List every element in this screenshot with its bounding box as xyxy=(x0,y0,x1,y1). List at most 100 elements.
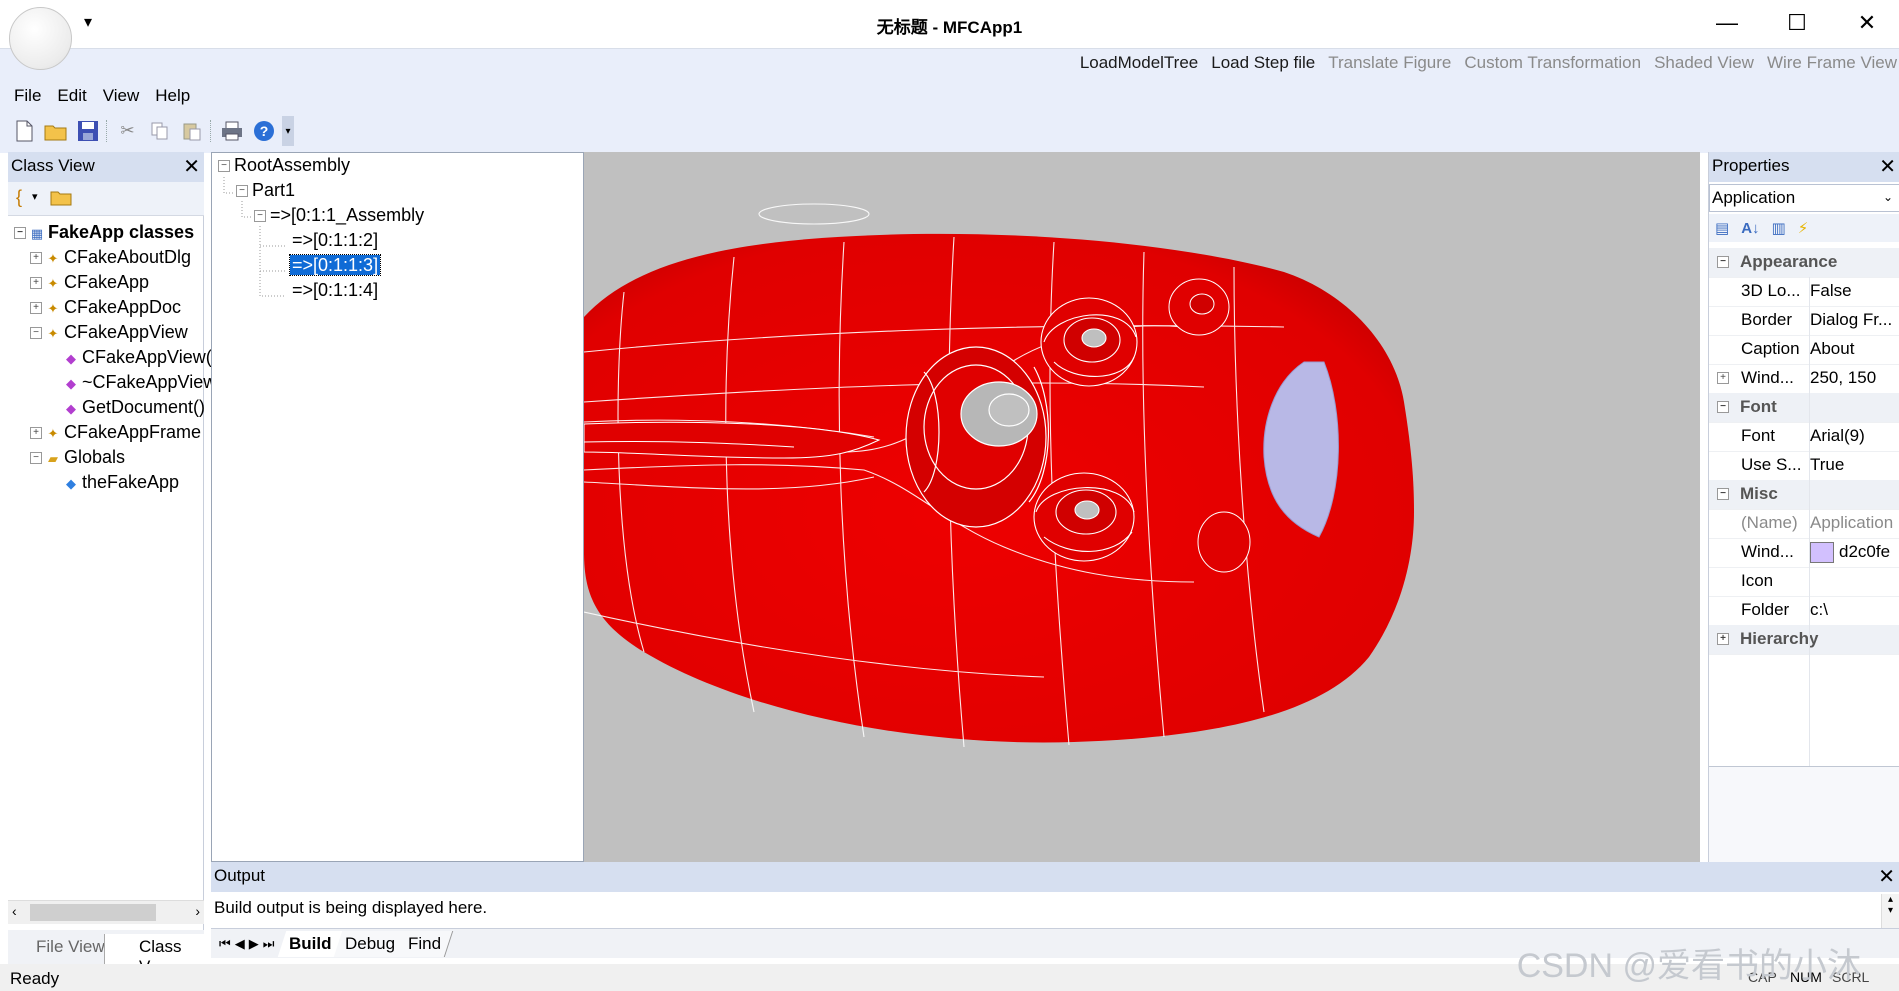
property-pages-icon[interactable]: ▥ xyxy=(1772,219,1786,237)
tab-find[interactable]: Find xyxy=(396,930,454,957)
copy-icon[interactable] xyxy=(146,118,173,145)
cut-icon[interactable]: ✂ xyxy=(114,118,141,145)
categorized-icon[interactable]: ▤ xyxy=(1715,219,1729,237)
new-file-icon[interactable] xyxy=(10,118,37,145)
paste-icon[interactable] xyxy=(178,118,205,145)
expand-icon[interactable]: + xyxy=(30,277,42,290)
collapse-icon[interactable]: − xyxy=(30,452,42,465)
class-view-toolbar: { ▾ xyxy=(8,182,204,216)
property-row[interactable]: Caption About xyxy=(1709,335,1899,365)
horizontal-scrollbar[interactable]: ‹ › xyxy=(8,900,204,924)
status-text: Ready xyxy=(10,969,60,988)
menu-bar: File Edit View Help xyxy=(14,86,190,106)
tree-item[interactable]: ◆ ~CFakeAppView() xyxy=(64,372,228,393)
expand-icon[interactable]: + xyxy=(1717,372,1729,384)
3d-viewport[interactable] xyxy=(584,152,1700,862)
property-row[interactable]: 3D Lo... False xyxy=(1709,277,1899,307)
sort-icon[interactable]: { xyxy=(16,187,22,208)
collapse-icon[interactable]: − xyxy=(14,227,26,240)
menu-view[interactable]: View xyxy=(103,86,140,106)
scroll-thumb[interactable] xyxy=(30,904,156,921)
property-row[interactable]: Font Arial(9) xyxy=(1709,422,1899,452)
class-icon: ✦ xyxy=(47,301,59,316)
wire-frame-view-button[interactable]: Wire Frame View xyxy=(1767,53,1897,73)
property-row[interactable]: Use S... True xyxy=(1709,451,1899,481)
menu-help[interactable]: Help xyxy=(155,86,190,106)
property-row[interactable]: Icon xyxy=(1709,567,1899,597)
3d-model-render xyxy=(584,203,1414,748)
property-row[interactable]: Wind... d2c0fe xyxy=(1709,538,1899,568)
expand-icon[interactable]: + xyxy=(30,302,42,315)
scroll-right-icon[interactable]: › xyxy=(195,903,200,919)
expand-icon[interactable]: + xyxy=(30,427,42,440)
tab-file-view[interactable]: File View xyxy=(36,937,105,957)
application-button[interactable] xyxy=(9,7,72,70)
collapse-icon[interactable]: − xyxy=(1717,488,1729,500)
collapse-icon[interactable]: − xyxy=(1717,401,1729,413)
category-font[interactable]: − Font xyxy=(1709,393,1899,423)
expand-icon[interactable]: + xyxy=(30,252,42,265)
property-row[interactable]: Folder c:\ xyxy=(1709,596,1899,626)
tree-item[interactable]: ◆ CFakeAppView() xyxy=(64,347,218,368)
tree-item[interactable]: + ✦ CFakeAppDoc xyxy=(30,297,181,318)
collapse-icon[interactable]: − xyxy=(1717,256,1729,268)
new-folder-icon[interactable] xyxy=(50,188,72,211)
standard-toolbar: ✂ ? ▾ xyxy=(10,116,294,146)
class-view-header: Class View ✕ xyxy=(8,152,204,182)
close-icon[interactable]: ✕ xyxy=(183,154,200,179)
assembly-tree-pane: − RootAssembly − Part1 − =>[0:1:1_Assembly … xyxy=(211,152,584,862)
alphabetical-sort-icon[interactable]: A↓ xyxy=(1741,220,1759,237)
scroll-left-icon[interactable]: ‹ xyxy=(12,903,17,919)
load-model-tree-button[interactable]: LoadModelTree xyxy=(1080,53,1198,73)
custom-transformation-button[interactable]: Custom Transformation xyxy=(1464,53,1641,73)
toolbar-overflow-icon[interactable]: ▾ xyxy=(282,116,294,146)
tab-debug[interactable]: Debug xyxy=(333,930,408,957)
title-bar: ▾ 无标题 - MFCApp1 — ☐ ✕ xyxy=(0,0,1899,48)
help-icon[interactable]: ? xyxy=(250,118,277,145)
category-hierarchy[interactable]: + Hierarchy xyxy=(1709,625,1899,655)
color-swatch[interactable] xyxy=(1810,542,1834,563)
tree-item[interactable]: ◆ theFakeApp xyxy=(64,472,179,493)
properties-object-select[interactable]: Application ⌄ xyxy=(1709,184,1899,212)
events-icon[interactable]: ⚡ xyxy=(1798,219,1809,237)
grid-divider xyxy=(1809,277,1810,767)
menu-file[interactable]: File xyxy=(14,86,41,106)
close-icon[interactable]: ✕ xyxy=(1879,154,1896,179)
chevron-down-icon[interactable]: ▾ xyxy=(32,190,38,203)
tree-item[interactable]: − ▰ Globals xyxy=(30,447,125,468)
tree-item[interactable]: ◆ GetDocument() xyxy=(64,397,205,418)
maximize-button[interactable]: ☐ xyxy=(1762,0,1832,46)
shaded-view-button[interactable]: Shaded View xyxy=(1654,53,1754,73)
load-step-file-button[interactable]: Load Step file xyxy=(1211,53,1315,73)
property-row[interactable]: Border Dialog Fr... xyxy=(1709,306,1899,336)
vertical-scrollbar[interactable]: ▴ ▾ xyxy=(1881,894,1899,930)
property-description-area xyxy=(1709,766,1899,862)
expand-icon[interactable]: + xyxy=(1717,633,1729,645)
output-line: Build output is being displayed here. xyxy=(214,898,488,917)
tree-root-fakeapp-classes[interactable]: − ▦ FakeApp classes xyxy=(14,222,194,243)
print-icon[interactable] xyxy=(218,118,245,145)
close-window-button[interactable]: ✕ xyxy=(1832,0,1899,46)
tree-item[interactable]: + ✦ CFakeApp xyxy=(30,272,149,293)
close-icon[interactable]: ✕ xyxy=(1878,864,1895,889)
menu-edit[interactable]: Edit xyxy=(57,86,86,106)
open-folder-icon[interactable] xyxy=(42,118,69,145)
tree-item[interactable]: − ✦ CFakeAppView xyxy=(30,322,188,343)
category-misc[interactable]: − Misc xyxy=(1709,480,1899,510)
properties-object-label: Application xyxy=(1712,188,1796,207)
class-view-pane: Class View ✕ { ▾ − ▦ FakeApp classes + ✦ CFa… xyxy=(8,152,228,964)
minimize-button[interactable]: — xyxy=(1692,0,1762,46)
tree-item[interactable]: + ✦ CFakeAppFrame xyxy=(30,422,201,443)
property-grid: − Appearance 3D Lo... False Border Dialog F… xyxy=(1709,248,1899,768)
save-icon[interactable] xyxy=(74,118,101,145)
properties-pane: Properties ✕ Application ⌄ ▤ A↓ ▥ ⚡ − App… xyxy=(1708,152,1899,862)
tree-item[interactable]: + ✦ CFakeAboutDlg xyxy=(30,247,191,268)
property-row[interactable]: (Name) Application xyxy=(1709,509,1899,539)
class-icon: ✦ xyxy=(47,276,59,291)
collapse-icon[interactable]: − xyxy=(30,327,42,340)
tab-navigation-icons[interactable]: ⏮◀▶⏭ xyxy=(219,936,278,952)
category-appearance[interactable]: − Appearance xyxy=(1709,248,1899,278)
translate-figure-button[interactable]: Translate Figure xyxy=(1328,53,1451,73)
upper-socket xyxy=(1040,297,1138,387)
property-row[interactable]: + Wind... 250, 150 xyxy=(1709,364,1899,394)
